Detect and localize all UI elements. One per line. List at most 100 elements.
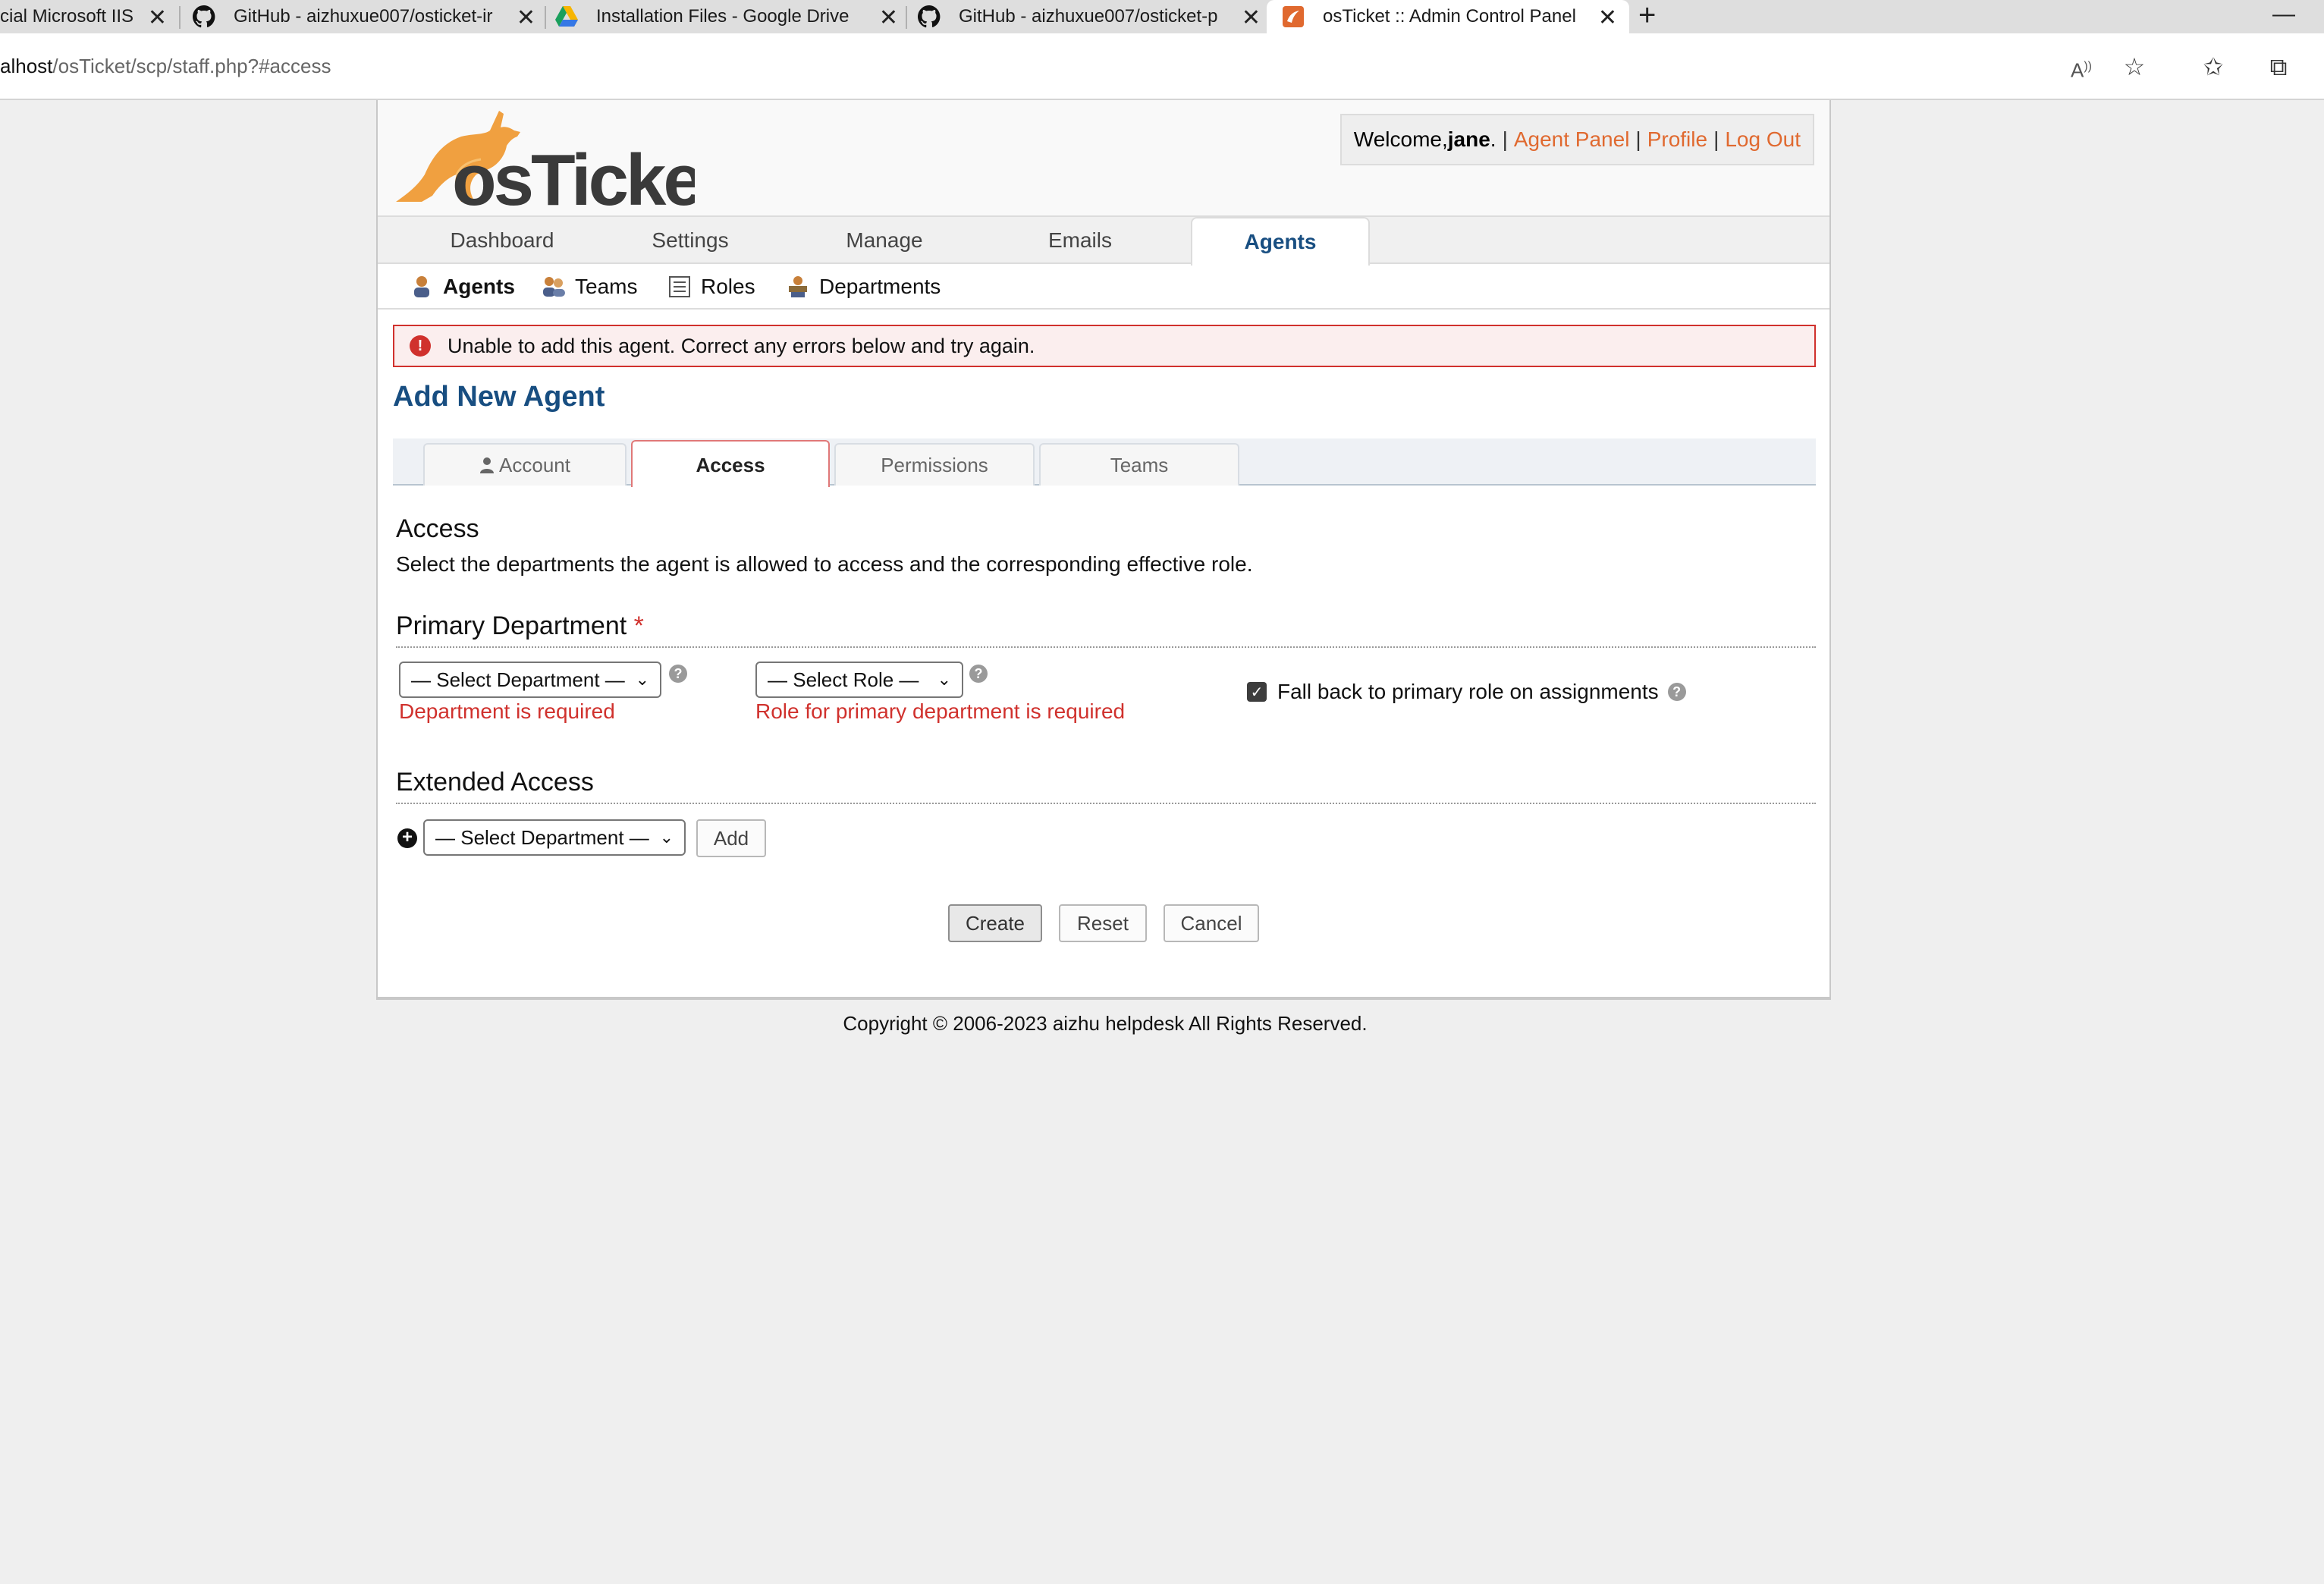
- browser-tab-google-drive[interactable]: Installation Files - Google Drive ✕: [555, 0, 906, 33]
- nav-tab-dashboard[interactable]: Dashboard: [426, 217, 578, 264]
- divider: [396, 646, 1816, 648]
- nav-tab-settings[interactable]: Settings: [614, 217, 766, 264]
- create-button[interactable]: Create: [948, 904, 1042, 942]
- subnav-item-departments[interactable]: Departments: [786, 273, 941, 300]
- primary-role-select[interactable]: — Select Role — ⌄: [755, 662, 963, 698]
- subnav-label: Departments: [819, 275, 941, 298]
- fallback-label: Fall back to primary role on assignments: [1277, 680, 1659, 703]
- divider: [396, 803, 1816, 804]
- close-icon[interactable]: ✕: [1598, 5, 1617, 31]
- help-icon[interactable]: ?: [669, 665, 687, 683]
- tab-access[interactable]: Access: [631, 440, 830, 487]
- tab-title: cial Microsoft IIS: [0, 6, 134, 27]
- tab-separator: [906, 6, 907, 29]
- chevron-down-icon: ⌄: [659, 828, 674, 847]
- browser-tab-osticket[interactable]: osTicket :: Admin Control Panel ✕: [1267, 0, 1629, 33]
- help-icon[interactable]: ?: [969, 665, 988, 683]
- select-value: — Select Department —: [411, 668, 625, 691]
- required-mark: *: [633, 611, 644, 640]
- page-title: Add New Agent: [393, 381, 605, 413]
- separator: |: [1502, 127, 1508, 151]
- osticket-icon: [1282, 5, 1305, 28]
- nav-tab-manage[interactable]: Manage: [809, 217, 960, 264]
- select-value: — Select Department —: [435, 825, 649, 849]
- osticket-logo[interactable]: osTicket: [391, 105, 727, 221]
- subnav-label: Agents: [443, 275, 515, 298]
- sub-nav: Agents Teams Roles Departments: [378, 264, 1829, 310]
- form-tabs: Account Access Permissions Teams: [393, 438, 1816, 487]
- close-icon[interactable]: ✕: [879, 5, 898, 31]
- subnav-item-agents[interactable]: Agents: [410, 273, 515, 300]
- add-favorite-icon[interactable]: ☆: [2119, 52, 2150, 82]
- logo-wordmark: osTicket: [452, 140, 695, 211]
- access-description: Select the departments the agent is allo…: [396, 552, 1253, 576]
- profile-link[interactable]: Profile: [1647, 127, 1707, 152]
- tab-separator: [179, 6, 181, 29]
- tab-label: Account: [499, 454, 570, 476]
- subnav-item-teams[interactable]: Teams: [542, 273, 637, 300]
- tab-account[interactable]: Account: [423, 443, 627, 486]
- close-icon[interactable]: ✕: [1242, 5, 1261, 31]
- extended-access-title: Extended Access: [396, 768, 594, 797]
- browser-tab-github-1[interactable]: GitHub - aizhuxue007/osticket-ir ✕: [193, 0, 543, 33]
- tab-title: GitHub - aizhuxue007/osticket-ir: [234, 6, 493, 27]
- nav-tab-agents[interactable]: Agents: [1191, 217, 1370, 266]
- google-drive-icon: [555, 5, 578, 28]
- role-error: Role for primary department is required: [755, 699, 1126, 723]
- read-aloud-icon[interactable]: A)): [2066, 52, 2096, 82]
- chevron-down-icon: ⌄: [635, 670, 649, 689]
- new-tab-button[interactable]: +: [1638, 0, 1656, 33]
- tab-teams[interactable]: Teams: [1039, 443, 1239, 486]
- error-icon: !: [410, 335, 431, 357]
- agent-icon: [410, 275, 434, 299]
- main-nav: Dashboard Settings Manage Emails Agents: [378, 215, 1829, 266]
- separator: |: [1635, 127, 1641, 151]
- extended-department-select[interactable]: — Select Department — ⌄: [423, 819, 686, 856]
- tab-separator: [545, 6, 546, 29]
- tab-title: GitHub - aizhuxue007/osticket-p: [959, 6, 1218, 27]
- site-header: osTicket Welcome, jane . | Agent Panel |…: [378, 100, 1829, 221]
- teams-icon: [542, 275, 566, 299]
- close-icon[interactable]: ✕: [148, 5, 167, 31]
- subnav-label: Roles: [701, 275, 755, 298]
- tab-title: Installation Files - Google Drive: [596, 6, 850, 27]
- log-out-link[interactable]: Log Out: [1725, 127, 1801, 152]
- tab-permissions[interactable]: Permissions: [834, 443, 1035, 486]
- url-path: /osTicket/scp/staff.php?#access: [52, 55, 331, 77]
- add-circle-icon: +: [397, 828, 417, 848]
- separator: |: [1713, 127, 1719, 151]
- user-box: Welcome, jane . | Agent Panel | Profile …: [1339, 114, 1814, 165]
- department-icon: [786, 275, 810, 299]
- add-department-button[interactable]: Add: [696, 819, 766, 857]
- address-bar: alhost/osTicket/scp/staff.php?#access A)…: [0, 33, 2324, 100]
- fallback-checkbox-row: ✓ Fall back to primary role on assignmen…: [1247, 680, 1686, 704]
- browser-tab-github-2[interactable]: GitHub - aizhuxue007/osticket-p ✕: [918, 0, 1268, 33]
- favorites-icon[interactable]: ✩: [2198, 52, 2228, 82]
- collections-icon[interactable]: ⧉: [2263, 52, 2294, 82]
- agent-panel-link[interactable]: Agent Panel: [1514, 127, 1630, 152]
- primary-department-select[interactable]: — Select Department — ⌄: [399, 662, 661, 698]
- welcome-prefix: Welcome,: [1353, 127, 1448, 151]
- chevron-down-icon: ⌄: [937, 670, 951, 689]
- cancel-button[interactable]: Cancel: [1164, 904, 1259, 942]
- close-icon[interactable]: ✕: [517, 5, 535, 31]
- subnav-item-roles[interactable]: Roles: [667, 273, 755, 300]
- url-host: alhost: [0, 55, 53, 77]
- welcome-suffix: .: [1490, 127, 1496, 151]
- browser-tab-iis[interactable]: cial Microsoft IIS ✕: [0, 0, 174, 33]
- minimize-button[interactable]: —: [2272, 2, 2295, 27]
- github-icon: [193, 5, 215, 28]
- error-message: Unable to add this agent. Correct any er…: [448, 334, 1035, 357]
- section-label: Primary Department: [396, 611, 627, 640]
- username: jane: [1447, 127, 1490, 151]
- nav-tab-emails[interactable]: Emails: [1004, 217, 1156, 264]
- url-field[interactable]: alhost/osTicket/scp/staff.php?#access: [0, 55, 331, 78]
- select-value: — Select Role —: [768, 668, 919, 691]
- subnav-label: Teams: [575, 275, 638, 298]
- fallback-checkbox[interactable]: ✓: [1247, 682, 1267, 702]
- roles-icon: [667, 275, 692, 299]
- help-icon[interactable]: ?: [1667, 683, 1686, 701]
- github-icon: [918, 5, 941, 28]
- reset-button[interactable]: Reset: [1059, 904, 1147, 942]
- error-banner: ! Unable to add this agent. Correct any …: [393, 325, 1816, 367]
